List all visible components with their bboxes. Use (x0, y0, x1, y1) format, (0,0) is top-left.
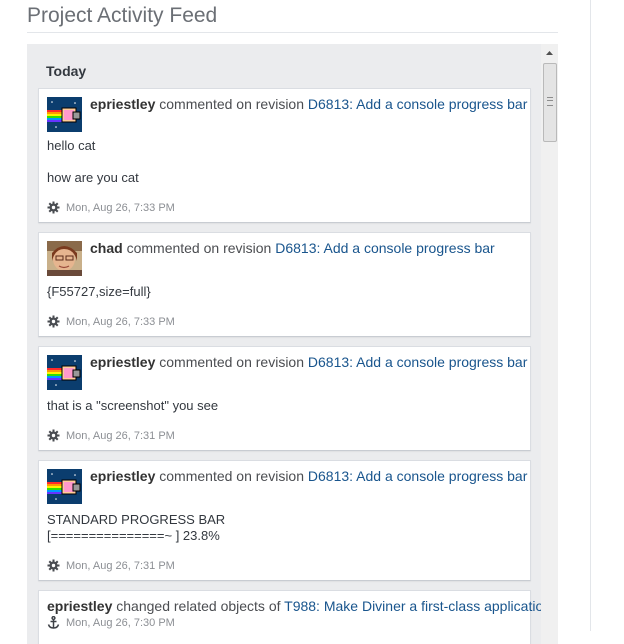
object-link[interactable]: D6813: Add a console progress bar (275, 240, 494, 256)
story-footer: Mon, Aug 26, 7:33 PM (47, 201, 175, 214)
feed-story: epriestley commented on revision D6813: … (38, 460, 531, 581)
story-footer: Mon, Aug 26, 7:31 PM (47, 429, 175, 442)
feed-scrollbar[interactable] (541, 44, 558, 644)
actor-link[interactable]: epriestley (90, 96, 155, 112)
story-verb: commented on revision (126, 240, 272, 256)
day-label: Today (46, 63, 87, 79)
object-link[interactable]: D6813: Add a console progress bar (308, 96, 527, 112)
anchor-icon (47, 616, 60, 629)
story-verb: commented on revision (159, 96, 305, 112)
user-photo-avatar[interactable] (47, 241, 82, 276)
story-body: that is a "screenshot" you see (47, 398, 218, 414)
object-link[interactable]: D6813: Add a console progress bar (308, 354, 527, 370)
title-divider (27, 32, 558, 33)
gear-icon (47, 429, 60, 442)
story-text: [===============~ ] 23.8% (47, 528, 220, 543)
story-verb: changed related objects of (116, 598, 281, 614)
story-footer: Mon, Aug 26, 7:33 PM (47, 315, 175, 328)
page-title: Project Activity Feed (27, 4, 218, 27)
scrollbar-thumb[interactable] (543, 63, 557, 142)
story-header: epriestley commented on revision D6813: … (90, 96, 527, 112)
story-body: STANDARD PROGRESS BAR [===============~ … (47, 512, 225, 544)
feed-story: epriestley changed related objects of T9… (38, 590, 551, 644)
story-header: epriestley changed related objects of T9… (47, 598, 551, 614)
feed-story: chad commented on revision D6813: Add a … (38, 232, 531, 337)
story-timestamp[interactable]: Mon, Aug 26, 7:31 PM (66, 560, 175, 572)
story-body: {F55727,size=full} (47, 284, 151, 300)
story-body: hello cat how are you cat (47, 138, 139, 186)
nyan-cat-avatar[interactable] (47, 355, 82, 390)
story-verb: commented on revision (159, 468, 305, 484)
actor-link[interactable]: epriestley (90, 354, 155, 370)
right-divider (590, 0, 591, 631)
nyan-cat-avatar[interactable] (47, 97, 82, 132)
story-footer: Mon, Aug 26, 7:30 PM (47, 616, 175, 629)
story-text: that is a "screenshot" you see (47, 398, 219, 413)
gear-icon (47, 201, 60, 214)
story-text: STANDARD PROGRESS BAR (47, 512, 226, 527)
feed-story: epriestley commented on revision D6813: … (38, 88, 531, 223)
story-text: how are you cat (47, 170, 139, 185)
story-timestamp[interactable]: Mon, Aug 26, 7:30 PM (66, 617, 175, 629)
gear-icon (47, 559, 60, 572)
feed-story: epriestley commented on revision D6813: … (38, 346, 531, 451)
grip-icon (547, 97, 553, 106)
story-text: {F55727,size=full} (47, 284, 151, 299)
actor-link[interactable]: epriestley (47, 598, 112, 614)
object-link[interactable]: D6813: Add a console progress bar (308, 468, 527, 484)
gear-icon (47, 315, 60, 328)
story-timestamp[interactable]: Mon, Aug 26, 7:33 PM (66, 202, 175, 214)
actor-link[interactable]: epriestley (90, 468, 155, 484)
story-footer: Mon, Aug 26, 7:31 PM (47, 559, 175, 572)
story-text: hello cat (47, 138, 96, 153)
object-link[interactable]: T988: Make Diviner a first-class applica… (284, 598, 551, 614)
story-timestamp[interactable]: Mon, Aug 26, 7:31 PM (66, 430, 175, 442)
story-header: chad commented on revision D6813: Add a … (90, 240, 495, 256)
story-header: epriestley commented on revision D6813: … (90, 354, 527, 370)
story-header: epriestley commented on revision D6813: … (90, 468, 527, 484)
scroll-up-arrow-icon[interactable] (541, 44, 558, 61)
activity-feed-panel[interactable]: Today epriestley commented on revision D… (27, 44, 558, 644)
story-verb: commented on revision (159, 354, 305, 370)
nyan-cat-avatar[interactable] (47, 469, 82, 504)
actor-link[interactable]: chad (90, 240, 123, 256)
story-timestamp[interactable]: Mon, Aug 26, 7:33 PM (66, 316, 175, 328)
